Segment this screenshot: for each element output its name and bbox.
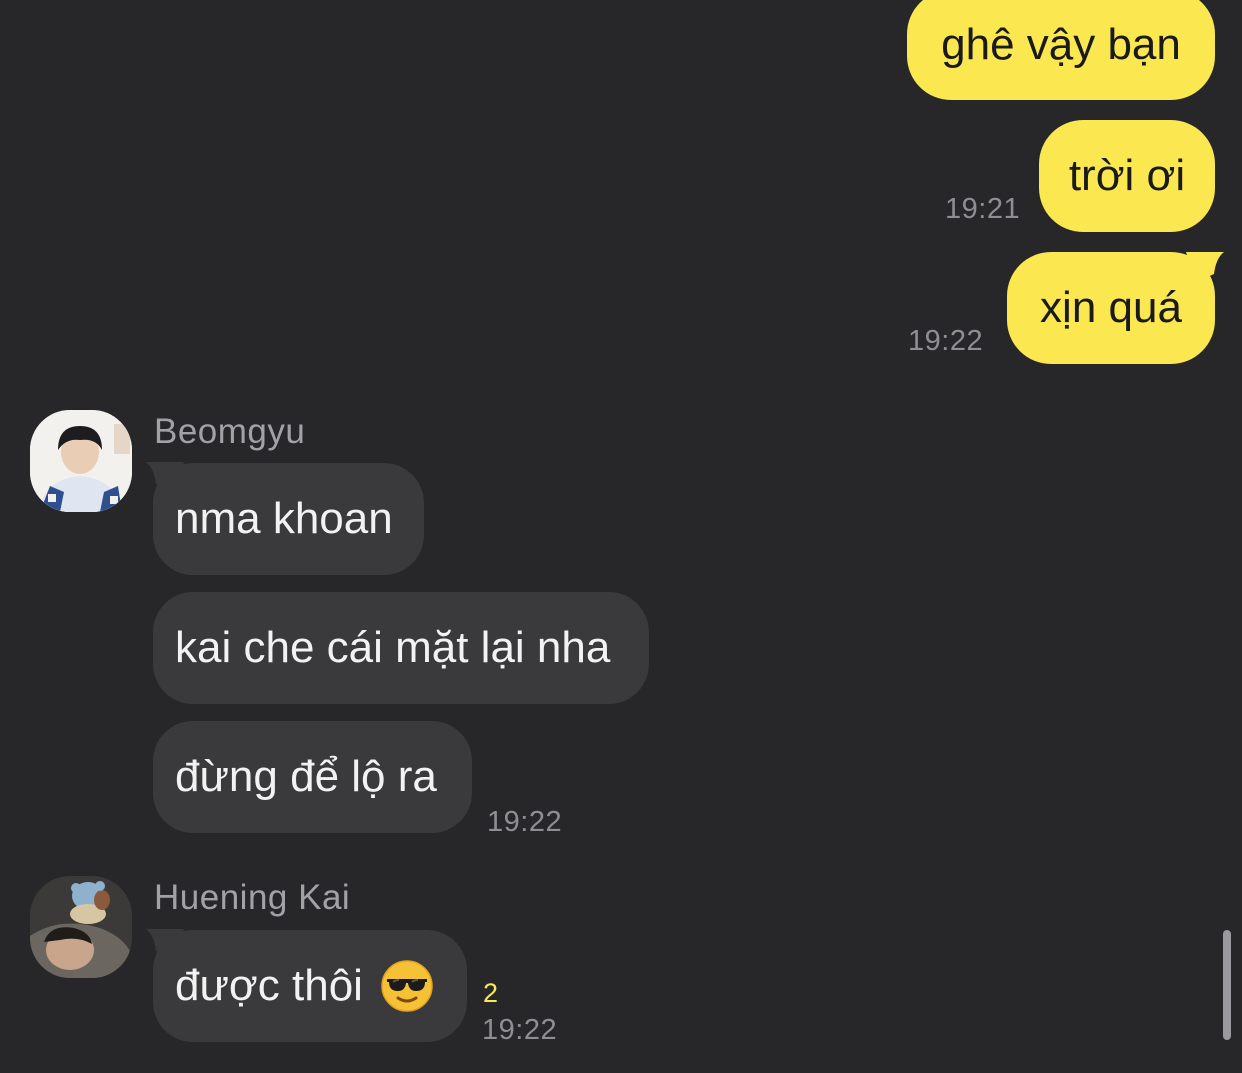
sender-name: Beomgyu: [154, 412, 306, 451]
message-text: nma khoan: [175, 494, 393, 543]
message-time: 19:22: [482, 1014, 558, 1046]
bubble-tail: [1186, 252, 1224, 282]
message-text: kai che cái mặt lại nha: [175, 623, 611, 672]
outgoing-message[interactable]: ghê vậy bạn: [907, 0, 1215, 100]
message-time: 19:21: [945, 193, 1021, 225]
message-text: xịn quá: [1040, 283, 1182, 332]
unread-count: 2: [483, 978, 499, 1008]
profile-photo-icon: [30, 876, 132, 978]
message-text: trời ơi: [1068, 151, 1186, 200]
message-time: 19:22: [908, 325, 984, 357]
incoming-message[interactable]: kai che cái mặt lại nha: [153, 592, 649, 704]
incoming-message[interactable]: nma khoan: [153, 463, 424, 575]
chat-window: ghê vậy bạn 19:21 trời ơi 19:22 xịn quá …: [0, 0, 1242, 1073]
incoming-message[interactable]: đừng để lộ ra: [153, 721, 472, 833]
profile-photo-icon: [30, 410, 132, 512]
message-text: đừng để lộ ra: [175, 752, 437, 801]
outgoing-message[interactable]: xịn quá: [1007, 252, 1215, 364]
sunglasses-emoji-icon: [381, 960, 433, 1012]
scrollbar[interactable]: [1223, 930, 1231, 1040]
outgoing-message[interactable]: trời ơi: [1039, 120, 1215, 232]
message-text: được thôi: [175, 961, 363, 1010]
message-text: ghê vậy bạn: [941, 20, 1181, 69]
sender-name: Huening Kai: [154, 878, 351, 917]
message-time: 19:22: [487, 806, 563, 838]
avatar[interactable]: [30, 410, 132, 512]
avatar[interactable]: [30, 876, 132, 978]
incoming-message[interactable]: được thôi: [153, 930, 467, 1042]
